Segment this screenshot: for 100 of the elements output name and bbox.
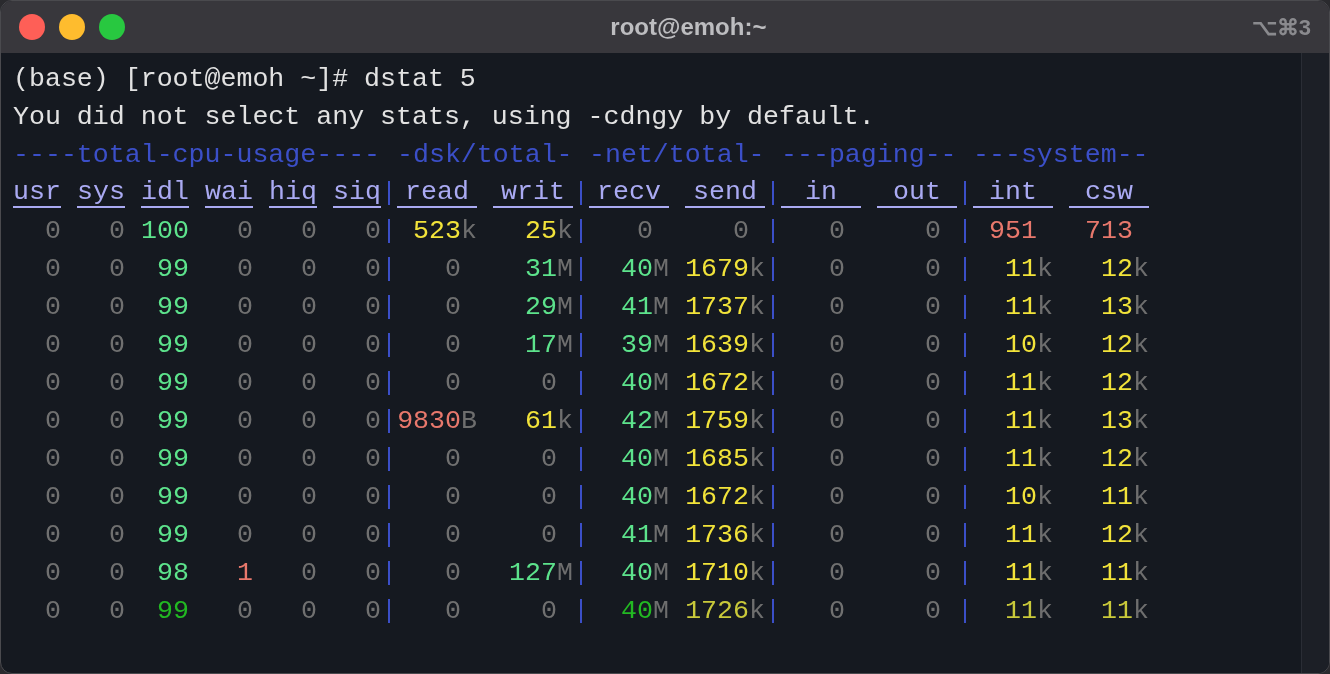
column-header: usr [13,174,61,208]
column-header: sys [77,174,125,208]
stat-value: 0 [45,519,61,552]
stat-value: 9830 [397,405,461,438]
stat-value: 41 [621,291,653,324]
unit-label: k [1133,444,1149,474]
stat-value: 0 [237,367,253,400]
stat-value: 713 [1085,215,1133,248]
stat-value: 99 [157,519,189,552]
stat-value: 0 [925,443,941,476]
stat-value: 11 [1101,481,1133,514]
unit-label: k [1133,292,1149,322]
stat-value: 12 [1101,329,1133,362]
unit-label: M [557,254,573,284]
stat-value: 12 [1101,253,1133,286]
stat-value: 11 [1101,557,1133,590]
unit-label: M [653,596,669,626]
unit-label: k [1133,520,1149,550]
terminal-line: (base) [root@emoh ~]# dstat 5 [13,63,476,96]
unit-label: k [749,596,765,626]
stat-value: 61 [525,405,557,438]
unit-label: k [1037,520,1053,550]
stat-value: 0 [45,329,61,362]
stat-value: 0 [109,595,125,628]
stat-value: 0 [45,405,61,438]
stat-value: 0 [445,253,461,286]
column-header: read [397,174,477,208]
shortcut-label: ⌥⌘3 [1251,13,1311,42]
window-title: root@emoh:~ [610,12,767,42]
stat-value: 0 [925,367,941,400]
stat-value: 0 [365,367,381,400]
stat-value: 0 [829,367,845,400]
unit-label: k [749,406,765,436]
stat-value: 0 [541,519,557,552]
stat-value: 17 [525,329,557,362]
stat-value: 0 [365,329,381,362]
stat-value: 13 [1101,291,1133,324]
stat-value: 10 [1005,329,1037,362]
stat-value: 0 [541,367,557,400]
stat-value: 39 [621,329,653,362]
stat-value: 0 [109,443,125,476]
stat-value: 0 [301,481,317,514]
stat-value: 0 [925,291,941,324]
stat-value: 0 [925,557,941,590]
column-header: out [877,174,957,208]
stat-value: 1737 [685,291,749,324]
column-header: hiq [269,174,317,208]
unit-label: k [749,520,765,550]
stat-value: 0 [829,595,845,628]
stat-value: 0 [445,367,461,400]
stat-value: 99 [157,291,189,324]
unit-label: M [653,368,669,398]
stat-value: 0 [445,443,461,476]
stat-value: 0 [301,595,317,628]
unit-label: k [1037,330,1053,360]
stat-value: 0 [45,367,61,400]
zoom-button[interactable] [99,14,125,40]
stat-value: 0 [109,481,125,514]
stat-value: 0 [109,367,125,400]
group-header: -dsk/total- [397,139,573,172]
column-header: siq [333,174,381,208]
unit-label: k [1133,368,1149,398]
stat-value: 1 [237,557,253,590]
stat-value: 99 [157,253,189,286]
unit-label: M [653,482,669,512]
stat-value: 0 [45,481,61,514]
unit-label: k [461,216,477,246]
stat-value: 0 [925,215,941,248]
stat-value: 0 [301,443,317,476]
unit-label: M [653,254,669,284]
stat-value: 11 [1005,405,1037,438]
stat-value: 0 [829,443,845,476]
unit-label: k [1133,406,1149,436]
stat-value: 1672 [685,367,749,400]
stat-value: 951 [989,215,1037,248]
unit-label: k [1037,444,1053,474]
unit-label: k [749,254,765,284]
stat-value: 0 [237,329,253,362]
stat-value: 0 [541,443,557,476]
close-button[interactable] [19,14,45,40]
unit-label: k [1133,558,1149,588]
stat-value: 0 [301,291,317,324]
stat-value: 11 [1005,519,1037,552]
stat-value: 40 [621,367,653,400]
stat-value: 0 [541,595,557,628]
stat-value: 11 [1005,443,1037,476]
stat-value: 0 [237,481,253,514]
stat-value: 0 [301,215,317,248]
stat-value: 0 [109,253,125,286]
stat-value: 0 [445,329,461,362]
stat-value: 12 [1101,443,1133,476]
unit-label: k [557,406,573,436]
stat-value: 0 [45,595,61,628]
stat-value: 0 [45,215,61,248]
unit-label: M [653,406,669,436]
stat-value: 0 [301,329,317,362]
minimize-button[interactable] [59,14,85,40]
unit-label: k [557,216,573,246]
stat-value: 0 [829,291,845,324]
stat-value: 11 [1101,595,1133,628]
